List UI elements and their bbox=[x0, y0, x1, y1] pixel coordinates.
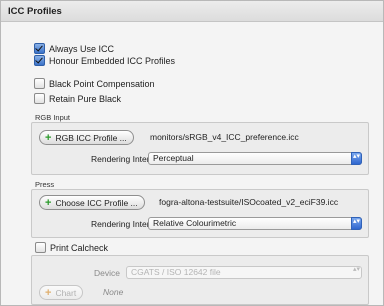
always-use-icc-label: Always Use ICC bbox=[49, 43, 115, 54]
press-profile-path: fogra-altona-testsuite/ISOcoated_v2_eciF… bbox=[159, 197, 339, 207]
choose-icc-profile-button-label: Choose ICC Profile ... bbox=[55, 197, 138, 208]
press-group-label: Press bbox=[35, 180, 55, 189]
checkbox-unchecked-icon bbox=[35, 242, 46, 253]
select-arrows-icon: ▴▾ bbox=[351, 152, 362, 165]
black-point-compensation-label: Black Point Compensation bbox=[49, 78, 155, 89]
black-point-compensation-checkbox[interactable]: Black Point Compensation bbox=[34, 78, 155, 89]
rgb-icc-profile-button[interactable]: + RGB ICC Profile ... bbox=[39, 130, 134, 145]
checkbox-unchecked-icon bbox=[34, 78, 45, 89]
select-arrows-icon: ▴▾ bbox=[351, 217, 362, 230]
plus-icon: + bbox=[45, 286, 52, 299]
select-arrows-icon: ▴▾ bbox=[352, 266, 361, 273]
press-group: + Choose ICC Profile ... fogra-altona-te… bbox=[31, 189, 369, 238]
choose-icc-profile-button[interactable]: + Choose ICC Profile ... bbox=[39, 195, 145, 210]
always-use-icc-checkbox[interactable]: Always Use ICC bbox=[34, 43, 114, 54]
device-select[interactable]: CGATS / ISO 12642 file ▴▾ bbox=[126, 266, 362, 279]
rgb-rendering-intent-select[interactable]: Perceptual ▴▾ bbox=[148, 152, 362, 165]
honour-embedded-checkbox[interactable]: Honour Embedded ICC Profiles bbox=[34, 55, 175, 66]
panel-title: ICC Profiles bbox=[8, 6, 62, 17]
rgb-input-group-label: RGB Input bbox=[35, 113, 71, 122]
checkbox-unchecked-icon bbox=[34, 93, 45, 104]
plus-icon: + bbox=[45, 196, 52, 209]
press-rendering-intent-select[interactable]: Relative Colourimetric ▴▾ bbox=[148, 217, 362, 230]
honour-embedded-label: Honour Embedded ICC Profiles bbox=[49, 55, 176, 66]
icc-profiles-panel: ICC Profiles Always Use ICC Honour Embed… bbox=[0, 0, 384, 306]
rgb-input-group: + RGB ICC Profile ... monitors/sRGB_v4_I… bbox=[31, 122, 369, 175]
chart-button[interactable]: + Chart bbox=[39, 285, 84, 300]
print-calcheck-label: Print Calcheck bbox=[50, 242, 109, 253]
rgb-rendering-intent-value: Perceptual bbox=[153, 153, 194, 163]
plus-icon: + bbox=[45, 131, 52, 144]
device-value: CGATS / ISO 12642 file bbox=[131, 267, 221, 277]
retain-pure-black-checkbox[interactable]: Retain Pure Black bbox=[34, 93, 121, 104]
panel-titlebar: ICC Profiles bbox=[1, 1, 383, 22]
press-rendering-intent-value: Relative Colourimetric bbox=[153, 218, 237, 228]
chart-value: None bbox=[103, 287, 124, 297]
chart-button-label: Chart bbox=[55, 287, 77, 298]
retain-pure-black-label: Retain Pure Black bbox=[49, 93, 122, 104]
calcheck-group: Device CGATS / ISO 12642 file ▴▾ + Chart… bbox=[31, 255, 369, 305]
press-rendering-intent-label: Rendering Intent: bbox=[91, 219, 157, 229]
checkbox-checked-icon bbox=[34, 43, 45, 54]
rgb-icc-profile-button-label: RGB ICC Profile ... bbox=[55, 132, 127, 143]
rgb-profile-path: monitors/sRGB_v4_ICC_preference.icc bbox=[150, 132, 299, 142]
device-label: Device bbox=[94, 268, 120, 278]
print-calcheck-checkbox[interactable]: Print Calcheck bbox=[35, 242, 108, 253]
rgb-rendering-intent-label: Rendering Intent: bbox=[91, 154, 157, 164]
checkbox-checked-icon bbox=[34, 55, 45, 66]
